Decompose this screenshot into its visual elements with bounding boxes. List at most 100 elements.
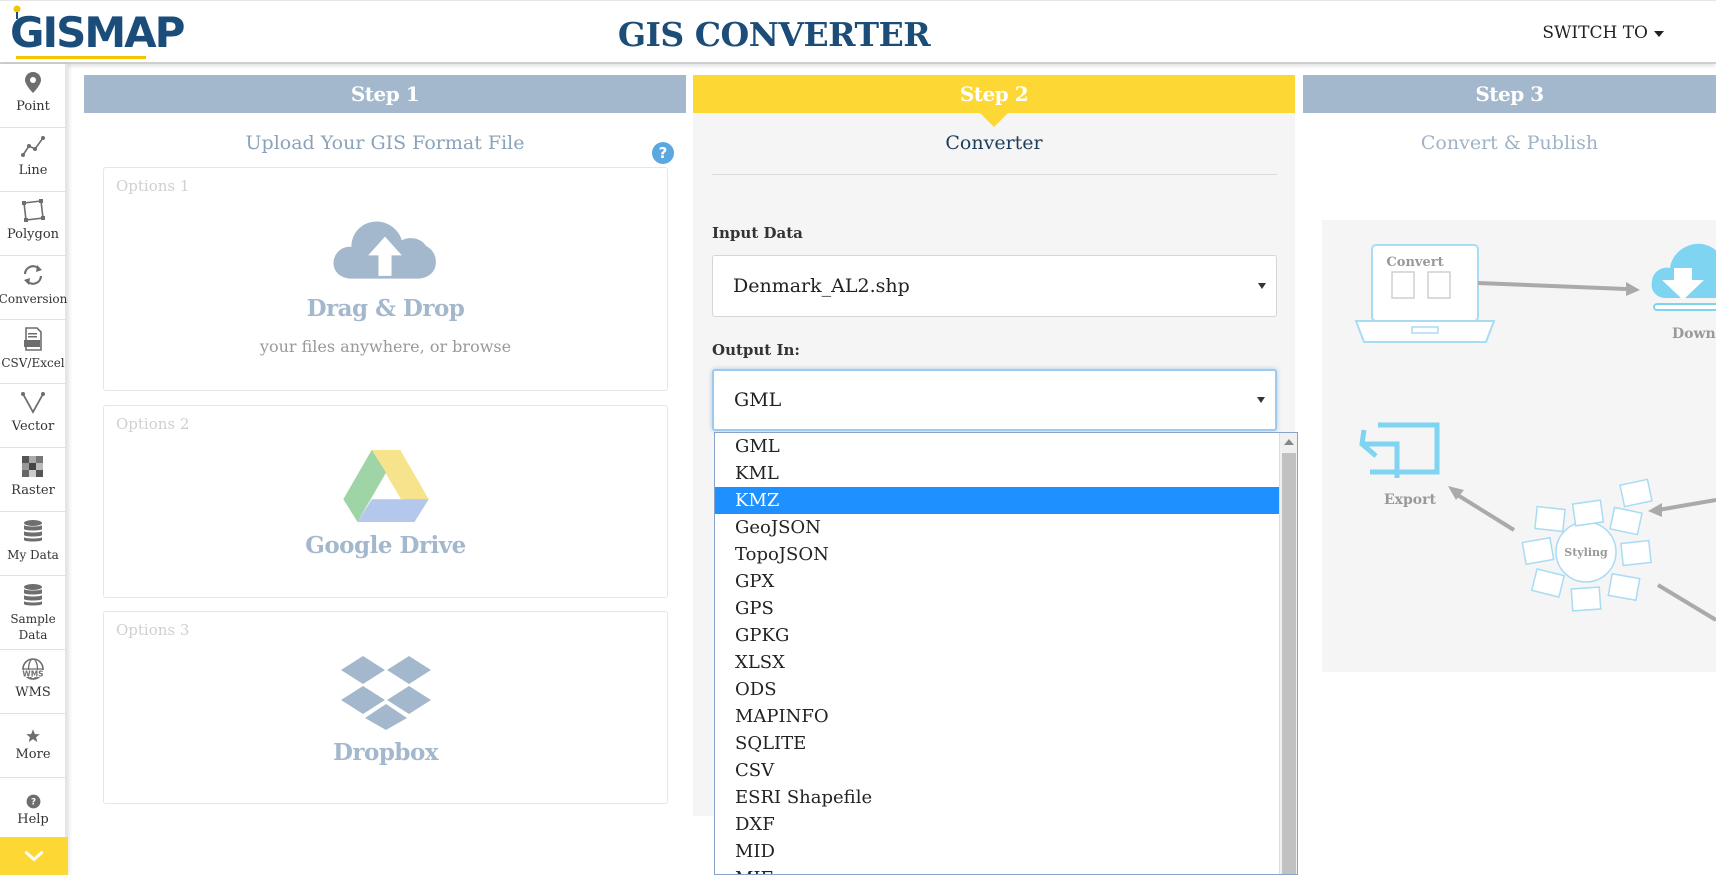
globe-icon: WMS [22, 658, 44, 680]
dropdown-option[interactable]: DXF [715, 811, 1279, 838]
upload-option-dropbox[interactable]: Options 3 Dropbox [103, 611, 668, 804]
sidebar-expand-button[interactable] [0, 837, 68, 875]
csv-file-icon [24, 327, 42, 351]
dropdown-option[interactable]: KMZ [715, 487, 1279, 514]
svg-text:?: ? [30, 797, 35, 807]
dropdown-option[interactable]: GeoJSON [715, 514, 1279, 541]
scrollbar-thumb[interactable] [1282, 453, 1296, 874]
dropdown-scrollbar[interactable] [1279, 433, 1297, 874]
sidebar-item-label: Conversion [0, 292, 68, 306]
sidebar-item-csv-excel[interactable]: CSV/Excel [0, 320, 66, 384]
dropdown-option[interactable]: GPKG [715, 622, 1279, 649]
workflow-illustration: Convert Download Export Styling [1322, 220, 1716, 672]
line-icon [21, 136, 45, 157]
sidebar-item-label: Polygon [6, 227, 60, 242]
sidebar: Point Line Polygon Conversion CSV/Excel … [0, 64, 68, 875]
sidebar-item-line[interactable]: Line [0, 128, 66, 192]
sidebar-item-point[interactable]: Point [0, 64, 66, 128]
page-title: GIS CONVERTER [617, 15, 931, 54]
sidebar-item-label: More [15, 747, 51, 762]
sidebar-item-help[interactable]: ? Help [0, 778, 66, 842]
refresh-icon [23, 265, 43, 285]
option-label: Options 1 [116, 177, 190, 195]
sidebar-item-vector[interactable]: Vector [0, 384, 66, 448]
scroll-up-icon[interactable] [1284, 439, 1294, 445]
export-label: Export [1384, 492, 1437, 508]
polygon-icon [22, 199, 45, 222]
dropdown-option[interactable]: MIF [715, 865, 1279, 874]
dropdown-option[interactable]: GPX [715, 568, 1279, 595]
help-icon[interactable]: ? [652, 142, 674, 164]
google-drive-icon [343, 449, 429, 522]
dropdown-option[interactable]: KML [715, 460, 1279, 487]
output-format-select[interactable]: GML [712, 369, 1277, 431]
output-format-dropdown[interactable]: GML KML KMZ GeoJSON TopoJSON GPX GPS GPKG XLSX OD… [714, 432, 1298, 875]
dropdown-option[interactable]: ODS [715, 676, 1279, 703]
dropbox-icon [341, 656, 431, 730]
step1-header: Step 1 [84, 75, 686, 113]
sidebar-item-label: My Data [7, 548, 59, 562]
dropdown-option[interactable]: XLSX [715, 649, 1279, 676]
sidebar-item-wms[interactable]: WMS WMS [0, 650, 66, 714]
caret-down-icon [1258, 283, 1266, 289]
input-data-select[interactable]: Denmark_AL2.shp [712, 255, 1277, 317]
caret-down-icon [1257, 397, 1265, 403]
dropdown-option[interactable]: GPS [715, 595, 1279, 622]
option-label: Options 2 [116, 415, 190, 433]
dropdown-option[interactable]: MID [715, 838, 1279, 865]
sidebar-item-raster[interactable]: Raster [0, 448, 66, 512]
sidebar-item-label: Line [18, 163, 48, 178]
sidebar-item-more[interactable]: More [0, 714, 66, 778]
sidebar-item-conversion[interactable]: Conversion [0, 256, 68, 320]
switch-to-menu[interactable]: SWITCH TO [1542, 23, 1664, 43]
top-header: GISMAP GIS CONVERTER SWITCH TO [0, 0, 1716, 64]
output-in-label: Output In: [712, 341, 800, 359]
divider [712, 174, 1277, 175]
sidebar-item-label: Vector [11, 419, 55, 434]
chevron-down-icon [1654, 31, 1664, 37]
upload-option-drag-drop[interactable]: Options 1 Drag & Drop your files anywher… [103, 167, 668, 391]
sidebar-item-label: Raster [11, 483, 55, 498]
sidebar-item-sample-data[interactable]: Sample Data [0, 576, 66, 650]
sidebar-item-my-data[interactable]: My Data [0, 512, 66, 576]
workflow-diagram-icon: Convert Download Export Styling [1354, 243, 1716, 622]
drag-drop-subtitle[interactable]: your files anywhere, or browse [104, 337, 667, 356]
dropdown-option[interactable]: MAPINFO [715, 703, 1279, 730]
question-icon: ? [26, 794, 40, 809]
styling-label: Styling [1564, 546, 1608, 559]
sidebar-item-label: Sample Data [10, 612, 56, 642]
convert-label: Convert [1386, 255, 1443, 270]
dropdown-option[interactable]: CSV [715, 757, 1279, 784]
database-icon [24, 584, 42, 606]
step2-subtitle: Converter [945, 132, 1043, 154]
star-icon [26, 729, 40, 743]
step3-subtitle: Convert & Publish [1420, 132, 1599, 154]
dropdown-option[interactable]: TopoJSON [715, 541, 1279, 568]
switch-to-label: SWITCH TO [1542, 23, 1648, 43]
vector-icon [21, 392, 45, 414]
dropdown-option[interactable]: GML [715, 433, 1279, 460]
sidebar-item-label: Help [17, 812, 49, 827]
output-format-value: GML [734, 389, 782, 411]
step1-subtitle: Upload Your GIS Format File [245, 132, 525, 154]
input-data-value: Denmark_AL2.shp [733, 275, 910, 297]
raster-icon [22, 456, 43, 477]
step3-panel: Step 3 Convert & Publish Convert Down Ex… [1303, 75, 1716, 816]
output-format-options: GML KML KMZ GeoJSON TopoJSON GPX GPS GPKG XLSX OD… [715, 433, 1297, 874]
sidebar-item-polygon[interactable]: Polygon [0, 192, 66, 256]
step2-header: Step 2 [693, 75, 1295, 127]
input-data-label: Input Data [712, 224, 803, 242]
map-pin-icon [25, 72, 41, 93]
dropdown-option[interactable]: SQLITE [715, 730, 1279, 757]
step3-header: Step 3 [1303, 75, 1716, 113]
dropbox-title: Dropbox [332, 739, 439, 766]
sidebar-item-label: WMS [15, 685, 51, 700]
svg-text:WMS: WMS [22, 670, 43, 679]
dropdown-option[interactable]: ESRI Shapefile [715, 784, 1279, 811]
cloud-upload-icon [333, 221, 436, 279]
upload-option-google-drive[interactable]: Options 2 Google Drive [103, 405, 668, 598]
sidebar-item-label: Point [16, 99, 50, 114]
sidebar-item-label: CSV/Excel [1, 356, 65, 370]
download-label: Download [1672, 326, 1716, 342]
option-label: Options 3 [116, 621, 190, 639]
